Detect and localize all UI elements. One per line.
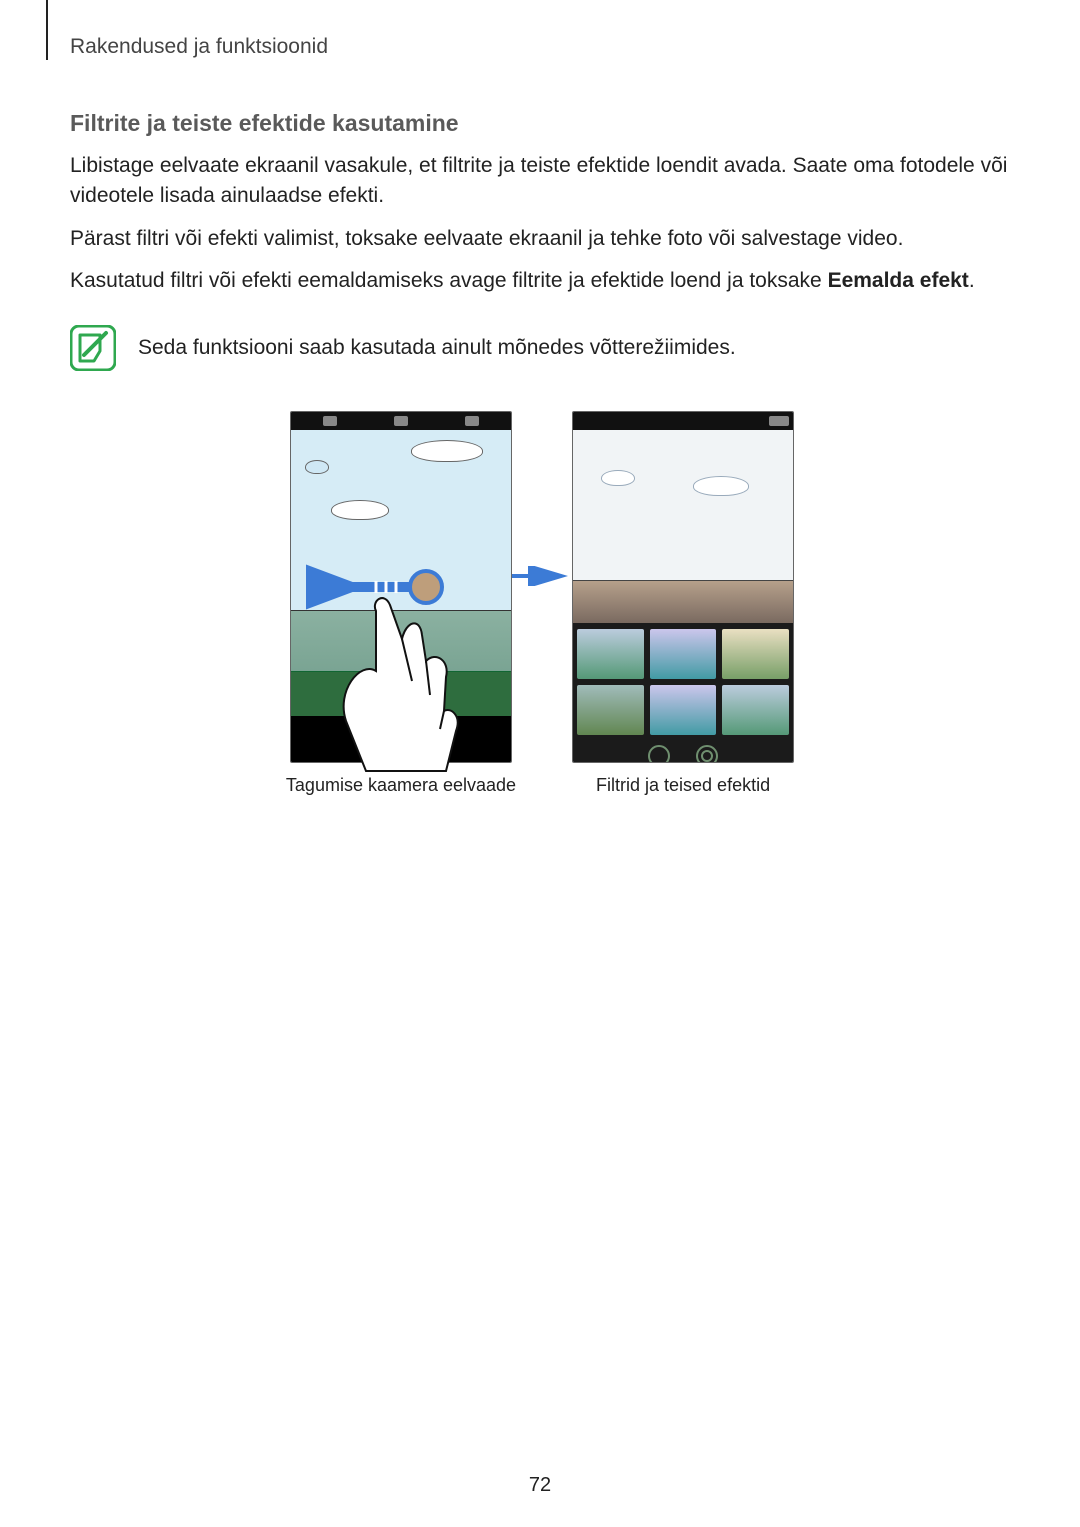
paragraph-1: Libistage eelvaate ekraanil vasakule, et…	[70, 151, 1010, 212]
preview-buildings	[291, 610, 511, 671]
double-ring-icon	[696, 745, 718, 763]
ring-icon	[648, 745, 670, 763]
manual-page: Rakendused ja funktsioonid Filtrite ja t…	[0, 0, 1080, 1527]
cloud-graphic	[331, 500, 389, 520]
note-text: Seda funktsiooni saab kasutada ainult mõ…	[138, 325, 736, 363]
topbar-icon	[465, 416, 479, 426]
paragraph-3: Kasutatud filtri või efekti eemaldamisek…	[70, 266, 1010, 296]
screen-camera-preview	[290, 411, 512, 763]
filter-thumbnail	[650, 629, 717, 679]
topbar-icon	[323, 416, 337, 426]
filter-sky	[573, 430, 793, 580]
figure-left-caption: Tagumise kaamera eelvaade	[286, 775, 516, 796]
filter-thumb-row	[577, 629, 789, 679]
screen-filter-list	[572, 411, 794, 763]
paragraph-3-bold: Eemalda efekt	[828, 269, 969, 292]
filter-thumbnail	[722, 629, 789, 679]
page-number: 72	[0, 1474, 1080, 1497]
transition-arrow-icon	[510, 566, 570, 586]
topbar-icon	[769, 416, 789, 426]
camera-bottombar	[291, 716, 511, 762]
preview-bushes	[291, 671, 511, 718]
filter-thumbnails	[573, 623, 793, 763]
figure-right: Filtrid ja teised efektid	[572, 411, 794, 796]
topbar-icon	[394, 416, 408, 426]
record-button-icon	[385, 723, 417, 755]
figure-right-caption: Filtrid ja teised efektid	[596, 775, 770, 796]
note-row: Seda funktsiooni saab kasutada ainult mõ…	[70, 325, 1010, 371]
cloud-graphic	[601, 470, 635, 486]
filter-topbar	[573, 412, 793, 430]
filter-mode-icons	[577, 745, 789, 763]
cloud-graphic	[411, 440, 483, 462]
filter-thumbnail	[577, 685, 644, 735]
filter-thumbnail	[650, 685, 717, 735]
running-header: Rakendused ja funktsioonid	[70, 35, 328, 59]
figures-row: Tagumise kaamera eelvaade	[70, 411, 1010, 796]
camera-topbar	[291, 412, 511, 430]
paragraph-3-pre: Kasutatud filtri või efekti eemaldamisek…	[70, 269, 828, 292]
filter-thumbnail	[577, 629, 644, 679]
figure-left: Tagumise kaamera eelvaade	[286, 411, 516, 796]
cloud-graphic	[693, 476, 749, 496]
note-icon	[70, 325, 116, 371]
paragraph-2: Pärast filtri või efekti valimist, toksa…	[70, 224, 1010, 254]
section-heading: Filtrite ja teiste efektide kasutamine	[70, 110, 1010, 137]
filter-buildings	[573, 580, 793, 623]
preview-sky	[291, 430, 511, 610]
paragraph-3-post: .	[969, 269, 975, 292]
filter-thumb-row	[577, 685, 789, 735]
header-rule	[46, 0, 48, 60]
content-block: Filtrite ja teiste efektide kasutamine L…	[70, 110, 1010, 796]
filter-thumbnail	[722, 685, 789, 735]
cloud-graphic	[305, 460, 329, 474]
